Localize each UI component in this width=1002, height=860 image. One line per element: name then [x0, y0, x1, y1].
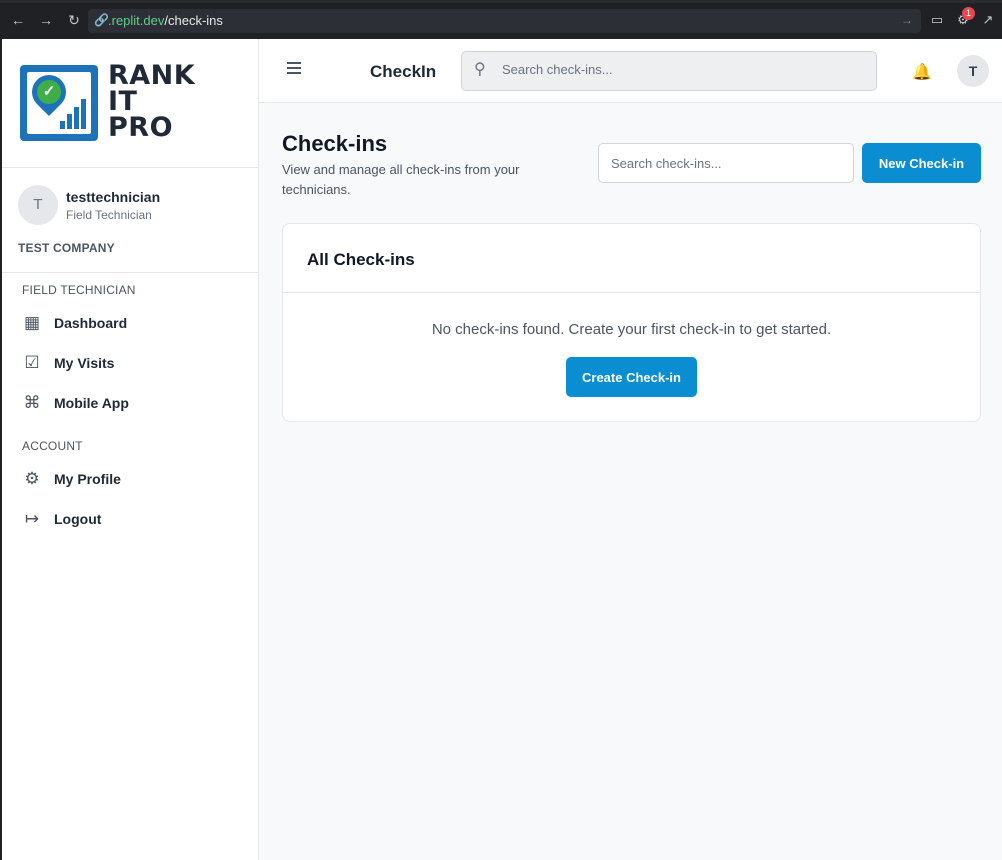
browser-toolbar: ← → ↻ 🔗 .replit.dev/check-ins → ▭ ⚙ 1 ↗ [0, 0, 1002, 39]
sidebar-item-label: Dashboard [54, 315, 128, 331]
menu-icon[interactable] [287, 62, 301, 74]
logo-mark-icon: ✓ [20, 65, 98, 141]
gear-icon: ⚙ [24, 469, 40, 488]
section-label-field-technician: FIELD TECHNICIAN [22, 283, 136, 297]
app-title: CheckIn [370, 62, 437, 81]
divider [2, 272, 259, 273]
sidebar-item-logout[interactable]: ↦ Logout [16, 502, 246, 536]
reload-icon[interactable]: ↻ [66, 12, 82, 28]
sidebar-item-my-profile[interactable]: ⚙ My Profile [16, 462, 246, 496]
sidebar-item-label: Mobile App [54, 395, 129, 411]
link-icon: 🔗 [94, 13, 109, 27]
sidebar-item-my-visits[interactable]: ☑ My Visits [16, 346, 246, 380]
grid-icon: ▦ [23, 313, 41, 332]
create-check-in-button[interactable]: Create Check-in [566, 357, 697, 397]
card-title: All Check-ins [307, 250, 415, 269]
sidebar-item-label: My Visits [54, 355, 115, 371]
logo-text: RANK IT PRO [108, 60, 196, 143]
header-search[interactable]: ⚲ [461, 51, 877, 91]
user-name: testtechnician [66, 189, 161, 205]
checkbox-icon: ☑ [24, 353, 40, 372]
section-label-account: ACCOUNT [22, 439, 83, 453]
user-role: Field Technician [66, 208, 152, 222]
user-avatar: T [18, 185, 58, 225]
divider [2, 167, 259, 168]
address-bar[interactable]: 🔗 .replit.dev/check-ins → [88, 9, 921, 33]
notification-badge: 1 [962, 7, 975, 20]
sidebar: ✓ RANK IT PRO T testtechnician Field Tec… [0, 39, 259, 860]
sidebar-item-label: Logout [54, 511, 102, 527]
monitor-icon[interactable]: ▭ [929, 12, 945, 28]
tab-strip [0, 0, 1002, 3]
main-search[interactable] [598, 143, 854, 183]
go-arrow-icon[interactable]: → [901, 13, 913, 27]
sidebar-item-dashboard[interactable]: ▦ Dashboard [16, 306, 246, 340]
header-avatar[interactable]: T [957, 55, 989, 87]
check-ins-card: All Check-ins No check-ins found. Create… [282, 223, 981, 422]
search-icon: ⚲ [474, 61, 486, 78]
top-header: CheckIn ⚲ 🔔 T [259, 39, 1002, 103]
forward-arrow-icon[interactable]: → [38, 12, 54, 28]
command-icon: ⌘ [23, 393, 41, 412]
new-check-in-button[interactable]: New Check-in [862, 143, 981, 183]
sidebar-item-label: My Profile [54, 471, 121, 487]
page-title: Check-ins [282, 131, 388, 156]
header-search-input[interactable] [502, 62, 862, 77]
main-search-input[interactable] [611, 156, 841, 171]
bell-icon[interactable]: 🔔 [912, 62, 932, 82]
back-arrow-icon[interactable]: ← [10, 12, 26, 28]
sidebar-item-mobile-app[interactable]: ⌘ Mobile App [16, 386, 246, 420]
open-external-icon[interactable]: ↗ [980, 12, 996, 28]
logout-icon: ↦ [24, 509, 40, 528]
page-subtitle: View and manage all check-ins from your … [282, 162, 520, 197]
card-header: All Check-ins [283, 224, 980, 293]
rank-it-pro-logo[interactable]: ✓ RANK IT PRO [20, 60, 210, 145]
empty-state-message: No check-ins found. Create your first ch… [431, 321, 832, 338]
url-text: .replit.dev/check-ins [108, 13, 223, 28]
company-name: TEST COMPANY [18, 241, 115, 255]
